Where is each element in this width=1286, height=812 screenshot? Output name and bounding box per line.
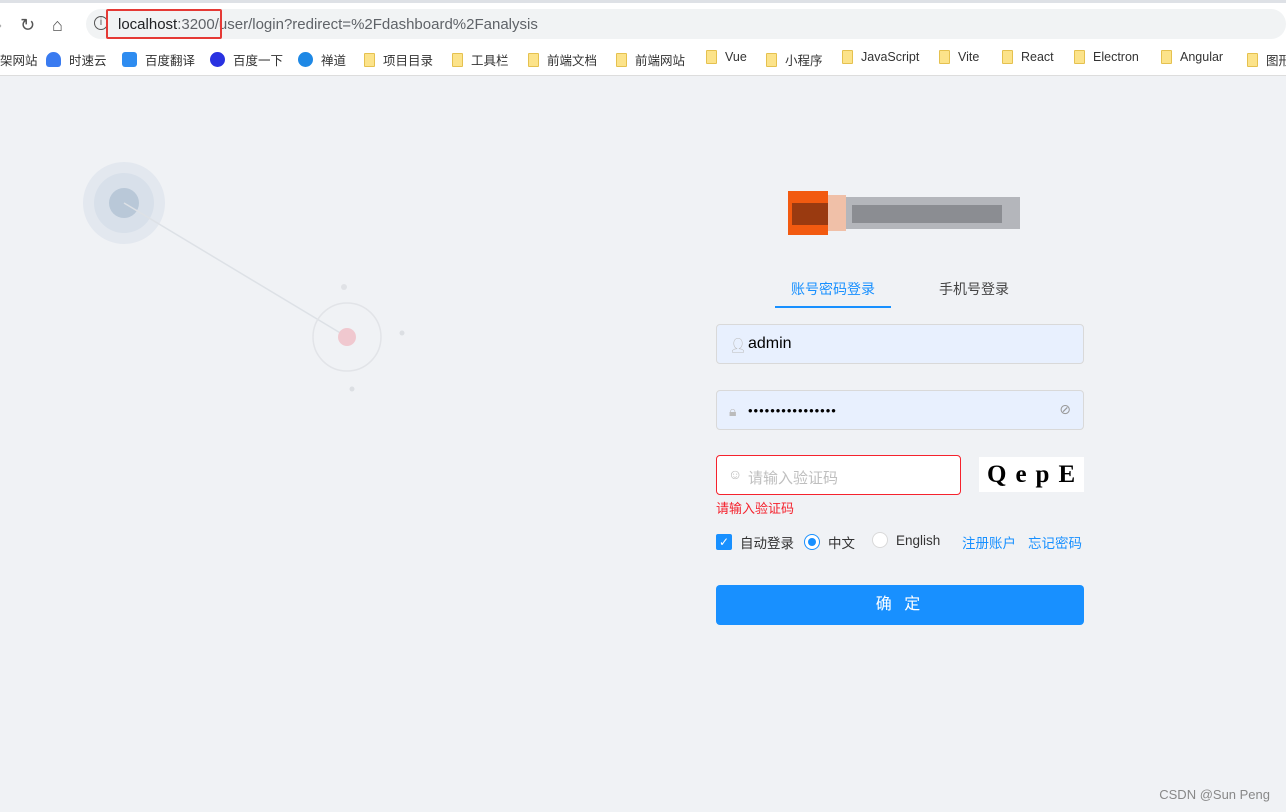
bookmark-folder[interactable]: Angular xyxy=(1161,50,1223,64)
auto-login-checkbox[interactable]: ✓ 自动登录 xyxy=(716,532,794,552)
radio-dot xyxy=(872,532,888,548)
url-path: :3200/user/login?redirect=%2Fdashboard%2… xyxy=(177,16,538,33)
radio-dot xyxy=(804,534,820,550)
folder-icon xyxy=(616,52,627,67)
baidu-icon xyxy=(210,52,225,67)
bookmark-folder[interactable]: 工具栏 xyxy=(452,50,509,69)
captcha-input[interactable]: ☺ 请输入验证码 xyxy=(716,455,961,495)
bookmark[interactable]: 百度一下 xyxy=(210,50,283,69)
tab-phone-login[interactable]: 手机号登录 xyxy=(939,279,1009,299)
smile-icon: ☺ xyxy=(728,466,743,482)
folder-icon xyxy=(1161,50,1172,64)
reload-icon[interactable]: ↻ xyxy=(20,15,35,36)
folder-icon xyxy=(706,50,717,64)
submit-button[interactable]: 确 定 xyxy=(716,585,1084,625)
bookmark-folder[interactable]: 前端网站 xyxy=(616,50,685,69)
bookmark-folder[interactable]: Vite xyxy=(939,50,979,64)
bookmark-folder[interactable]: Electron xyxy=(1074,50,1139,64)
bookmark-folder[interactable]: 项目目录 xyxy=(364,50,433,69)
tab-account-login[interactable]: 账号密码登录 xyxy=(791,279,875,299)
home-icon[interactable]: ⌂ xyxy=(52,15,63,36)
eye-invisible-icon[interactable]: ⊘ xyxy=(1059,401,1071,418)
watermark: CSDN @Sun Peng xyxy=(1159,787,1270,802)
check-icon: ✓ xyxy=(716,534,732,550)
folder-icon xyxy=(842,50,853,64)
captcha-image[interactable]: QepE xyxy=(979,457,1084,492)
bookmark[interactable]: 百度翻译 xyxy=(122,50,195,69)
folder-icon xyxy=(452,52,463,67)
folder-icon xyxy=(1247,52,1258,67)
login-tabs: 账号密码登录 手机号登录 xyxy=(716,270,1084,310)
forgot-password-link[interactable]: 忘记密码 xyxy=(1028,532,1082,552)
folder-icon xyxy=(528,52,539,67)
bookmark-folder[interactable]: React xyxy=(1002,50,1054,64)
username-input[interactable]: 👤︎ admin xyxy=(716,324,1084,364)
zentao-icon xyxy=(298,52,313,67)
radio-chinese[interactable]: 中文 xyxy=(804,532,855,552)
bookmark[interactable]: 禅道 xyxy=(298,50,346,69)
folder-icon xyxy=(766,52,777,67)
forward-icon[interactable]: › xyxy=(0,15,2,36)
browser-toolbar: › ↻ ⌂ i localhost:3200/user/login?redire… xyxy=(0,0,1286,40)
translate-icon xyxy=(122,52,137,67)
bookmark[interactable]: 时速云 xyxy=(46,50,107,69)
bookmark-folder[interactable]: 前端文档 xyxy=(528,50,597,69)
password-input[interactable]: 🔒︎ •••••••••••••••• ⊘ xyxy=(716,390,1084,430)
bookmark-folder[interactable]: 小程序 xyxy=(766,50,823,69)
folder-icon xyxy=(1002,50,1013,64)
radio-english[interactable]: English xyxy=(872,532,940,548)
register-link[interactable]: 注册账户 xyxy=(962,532,1016,552)
bookmark-folder[interactable]: 图形 xyxy=(1247,50,1286,69)
logo xyxy=(788,191,1020,235)
highlight-box xyxy=(106,9,222,39)
cloud-icon xyxy=(46,52,61,67)
bookmark-folder[interactable]: JavaScript xyxy=(842,50,919,64)
bookmark[interactable]: 架网站 xyxy=(0,50,38,69)
folder-icon xyxy=(364,52,375,67)
tab-ink-bar xyxy=(775,306,891,308)
bookmark-folder[interactable]: Vue xyxy=(706,50,747,64)
captcha-error: 请输入验证码 xyxy=(716,501,795,516)
lock-icon: 🔒︎ xyxy=(729,403,737,419)
bookmarks-bar: 架网站 时速云 百度翻译 百度一下 禅道 项目目录 工具栏 前端文档 前端网站 … xyxy=(0,40,1286,76)
user-icon: 👤︎ xyxy=(729,337,747,353)
address-bar[interactable]: i localhost:3200/user/login?redirect=%2F… xyxy=(86,9,1286,39)
background-decoration xyxy=(83,162,405,392)
folder-icon xyxy=(939,50,950,64)
folder-icon xyxy=(1074,50,1085,64)
